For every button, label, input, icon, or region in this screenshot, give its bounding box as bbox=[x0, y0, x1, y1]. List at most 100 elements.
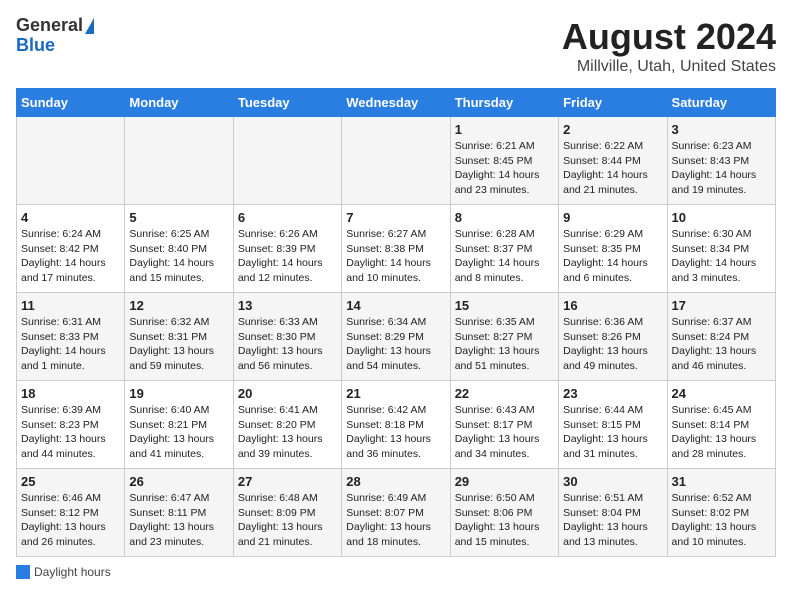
calendar-cell: 15 Sunrise: 6:35 AM Sunset: 8:27 PM Dayli… bbox=[450, 293, 558, 381]
calendar-cell: 19 Sunrise: 6:40 AM Sunset: 8:21 PM Dayli… bbox=[125, 381, 233, 469]
day-info: Sunrise: 6:33 AM Sunset: 8:30 PM Dayligh… bbox=[238, 315, 337, 374]
day-info: Sunrise: 6:41 AM Sunset: 8:20 PM Dayligh… bbox=[238, 403, 337, 462]
day-number: 17 bbox=[672, 298, 771, 313]
day-info: Sunrise: 6:32 AM Sunset: 8:31 PM Dayligh… bbox=[129, 315, 228, 374]
calendar-cell: 11 Sunrise: 6:31 AM Sunset: 8:33 PM Dayli… bbox=[17, 293, 125, 381]
day-number: 5 bbox=[129, 210, 228, 225]
day-number: 29 bbox=[455, 474, 554, 489]
legend-item: Daylight hours bbox=[16, 565, 111, 579]
logo-triangle-icon bbox=[85, 18, 94, 34]
day-info: Sunrise: 6:30 AM Sunset: 8:34 PM Dayligh… bbox=[672, 227, 771, 286]
day-number: 9 bbox=[563, 210, 662, 225]
calendar-week-row: 25Sunrise: 6:46 AM Sunset: 8:12 PM Dayli… bbox=[17, 469, 776, 557]
day-number: 14 bbox=[346, 298, 445, 313]
day-number: 24 bbox=[672, 386, 771, 401]
calendar-cell: 17 Sunrise: 6:37 AM Sunset: 8:24 PM Dayli… bbox=[667, 293, 775, 381]
day-info: Sunrise: 6:31 AM Sunset: 8:33 PM Dayligh… bbox=[21, 315, 120, 374]
day-info: Sunrise: 6:36 AM Sunset: 8:26 PM Dayligh… bbox=[563, 315, 662, 374]
day-of-week-header: Thursday bbox=[450, 89, 558, 117]
day-number: 2 bbox=[563, 122, 662, 137]
day-info: Sunrise: 6:24 AM Sunset: 8:42 PM Dayligh… bbox=[21, 227, 120, 286]
day-info: Sunrise: 6:50 AM Sunset: 8:06 PM Dayligh… bbox=[455, 491, 554, 550]
day-number: 10 bbox=[672, 210, 771, 225]
day-info: Sunrise: 6:22 AM Sunset: 8:44 PM Dayligh… bbox=[563, 139, 662, 198]
calendar-cell: 8Sunrise: 6:28 AM Sunset: 8:37 PM Daylig… bbox=[450, 205, 558, 293]
calendar-cell: 25Sunrise: 6:46 AM Sunset: 8:12 PM Dayli… bbox=[17, 469, 125, 557]
calendar-cell: 24 Sunrise: 6:45 AM Sunset: 8:14 PM Dayli… bbox=[667, 381, 775, 469]
calendar-cell: 20 Sunrise: 6:41 AM Sunset: 8:20 PM Dayli… bbox=[233, 381, 341, 469]
day-info: Sunrise: 6:35 AM Sunset: 8:27 PM Dayligh… bbox=[455, 315, 554, 374]
day-number: 23 bbox=[563, 386, 662, 401]
day-info: Sunrise: 6:51 AM Sunset: 8:04 PM Dayligh… bbox=[563, 491, 662, 550]
calendar-cell: 7Sunrise: 6:27 AM Sunset: 8:38 PM Daylig… bbox=[342, 205, 450, 293]
day-number: 18 bbox=[21, 386, 120, 401]
day-number: 6 bbox=[238, 210, 337, 225]
calendar-cell: 10 Sunrise: 6:30 AM Sunset: 8:34 PM Dayli… bbox=[667, 205, 775, 293]
day-of-week-header: Tuesday bbox=[233, 89, 341, 117]
day-info: Sunrise: 6:27 AM Sunset: 8:38 PM Dayligh… bbox=[346, 227, 445, 286]
day-number: 30 bbox=[563, 474, 662, 489]
day-info: Sunrise: 6:47 AM Sunset: 8:11 PM Dayligh… bbox=[129, 491, 228, 550]
calendar-cell: 23 Sunrise: 6:44 AM Sunset: 8:15 PM Dayli… bbox=[559, 381, 667, 469]
day-number: 26 bbox=[129, 474, 228, 489]
day-info: Sunrise: 6:34 AM Sunset: 8:29 PM Dayligh… bbox=[346, 315, 445, 374]
day-number: 28 bbox=[346, 474, 445, 489]
legend-label: Daylight hours bbox=[34, 565, 111, 579]
day-info: Sunrise: 6:44 AM Sunset: 8:15 PM Dayligh… bbox=[563, 403, 662, 462]
day-number: 8 bbox=[455, 210, 554, 225]
day-info: Sunrise: 6:39 AM Sunset: 8:23 PM Dayligh… bbox=[21, 403, 120, 462]
calendar-cell bbox=[125, 117, 233, 205]
calendar-cell bbox=[17, 117, 125, 205]
calendar-cell: 16 Sunrise: 6:36 AM Sunset: 8:26 PM Dayli… bbox=[559, 293, 667, 381]
calendar-week-row: 4Sunrise: 6:24 AM Sunset: 8:42 PM Daylig… bbox=[17, 205, 776, 293]
day-number: 21 bbox=[346, 386, 445, 401]
day-number: 16 bbox=[563, 298, 662, 313]
page-header: General Blue August 2024 Millville, Utah… bbox=[16, 16, 776, 76]
day-info: Sunrise: 6:45 AM Sunset: 8:14 PM Dayligh… bbox=[672, 403, 771, 462]
day-of-week-header: Friday bbox=[559, 89, 667, 117]
calendar-cell: 2 Sunrise: 6:22 AM Sunset: 8:44 PM Daylig… bbox=[559, 117, 667, 205]
calendar-cell bbox=[342, 117, 450, 205]
logo: General Blue bbox=[16, 16, 94, 56]
day-number: 20 bbox=[238, 386, 337, 401]
legend-color-box bbox=[16, 565, 30, 579]
title-block: August 2024 Millville, Utah, United Stat… bbox=[562, 16, 776, 76]
calendar-cell: 13 Sunrise: 6:33 AM Sunset: 8:30 PM Dayli… bbox=[233, 293, 341, 381]
calendar-cell: 21Sunrise: 6:42 AM Sunset: 8:18 PM Dayli… bbox=[342, 381, 450, 469]
day-of-week-header: Monday bbox=[125, 89, 233, 117]
calendar-cell: 29 Sunrise: 6:50 AM Sunset: 8:06 PM Dayli… bbox=[450, 469, 558, 557]
day-of-week-header: Wednesday bbox=[342, 89, 450, 117]
day-number: 15 bbox=[455, 298, 554, 313]
day-info: Sunrise: 6:37 AM Sunset: 8:24 PM Dayligh… bbox=[672, 315, 771, 374]
footer: Daylight hours bbox=[16, 565, 776, 579]
main-title: August 2024 bbox=[562, 16, 776, 58]
calendar-table: SundayMondayTuesdayWednesdayThursdayFrid… bbox=[16, 88, 776, 557]
day-number: 19 bbox=[129, 386, 228, 401]
calendar-cell: 12 Sunrise: 6:32 AM Sunset: 8:31 PM Dayli… bbox=[125, 293, 233, 381]
day-info: Sunrise: 6:40 AM Sunset: 8:21 PM Dayligh… bbox=[129, 403, 228, 462]
calendar-cell: 6 Sunrise: 6:26 AM Sunset: 8:39 PM Daylig… bbox=[233, 205, 341, 293]
day-info: Sunrise: 6:52 AM Sunset: 8:02 PM Dayligh… bbox=[672, 491, 771, 550]
logo-blue-text: Blue bbox=[16, 36, 55, 56]
day-info: Sunrise: 6:26 AM Sunset: 8:39 PM Dayligh… bbox=[238, 227, 337, 286]
day-of-week-header: Saturday bbox=[667, 89, 775, 117]
day-info: Sunrise: 6:49 AM Sunset: 8:07 PM Dayligh… bbox=[346, 491, 445, 550]
day-number: 27 bbox=[238, 474, 337, 489]
calendar-cell bbox=[233, 117, 341, 205]
sub-title: Millville, Utah, United States bbox=[562, 58, 776, 76]
calendar-cell: 9Sunrise: 6:29 AM Sunset: 8:35 PM Daylig… bbox=[559, 205, 667, 293]
calendar-cell: 14 Sunrise: 6:34 AM Sunset: 8:29 PM Dayli… bbox=[342, 293, 450, 381]
day-number: 12 bbox=[129, 298, 228, 313]
day-number: 11 bbox=[21, 298, 120, 313]
day-number: 25 bbox=[21, 474, 120, 489]
day-info: Sunrise: 6:21 AM Sunset: 8:45 PM Dayligh… bbox=[455, 139, 554, 198]
calendar-cell: 28 Sunrise: 6:49 AM Sunset: 8:07 PM Dayli… bbox=[342, 469, 450, 557]
day-info: Sunrise: 6:25 AM Sunset: 8:40 PM Dayligh… bbox=[129, 227, 228, 286]
day-number: 31 bbox=[672, 474, 771, 489]
day-number: 13 bbox=[238, 298, 337, 313]
day-info: Sunrise: 6:23 AM Sunset: 8:43 PM Dayligh… bbox=[672, 139, 771, 198]
calendar-week-row: 11 Sunrise: 6:31 AM Sunset: 8:33 PM Dayli… bbox=[17, 293, 776, 381]
calendar-header-row: SundayMondayTuesdayWednesdayThursdayFrid… bbox=[17, 89, 776, 117]
calendar-cell: 31 Sunrise: 6:52 AM Sunset: 8:02 PM Dayli… bbox=[667, 469, 775, 557]
calendar-cell: 1Sunrise: 6:21 AM Sunset: 8:45 PM Daylig… bbox=[450, 117, 558, 205]
